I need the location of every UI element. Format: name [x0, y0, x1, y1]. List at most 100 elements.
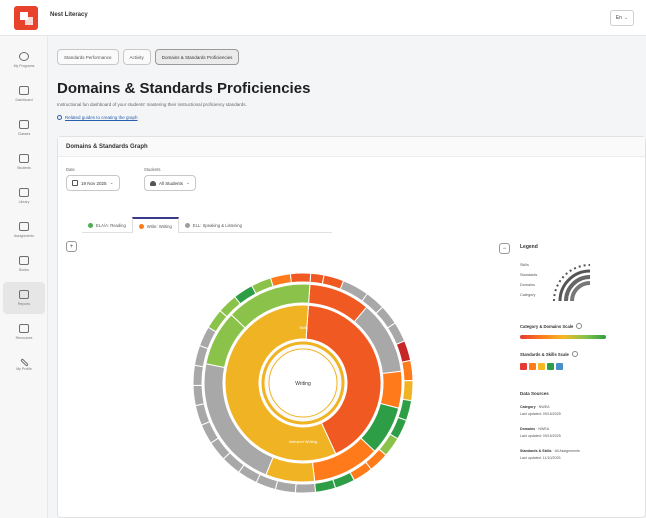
- status-dot-icon: [88, 222, 93, 228]
- subtab-label: ELL: Speaking & Listening: [192, 222, 242, 228]
- date-filter-label: Date: [66, 167, 75, 172]
- sidebar-item-assignments[interactable]: Assignments: [3, 214, 45, 246]
- skills-segment-8[interactable]: [402, 380, 414, 402]
- skills-segment-24[interactable]: [192, 384, 205, 407]
- tab-domains-standards[interactable]: Domains & Standards Proficiencies: [154, 49, 240, 65]
- reports-icon: [19, 290, 29, 299]
- tab-standards-performance[interactable]: Standards Performance: [57, 49, 119, 65]
- sidebar-item-label: Resources: [15, 336, 33, 340]
- app-logo[interactable]: [14, 6, 38, 30]
- info-icon: [57, 115, 62, 120]
- library-icon: [19, 188, 29, 197]
- skills-segment-7[interactable]: [401, 359, 414, 382]
- sidebar-item-label: Dashboard: [15, 98, 33, 102]
- sidebar: My Programs Dashboard Classes Students L…: [0, 36, 48, 518]
- tab-activity[interactable]: Activity: [122, 49, 151, 65]
- legend-ring-label: Standards: [520, 273, 538, 277]
- scale-swatch: [556, 363, 563, 370]
- language-value: En: [615, 15, 622, 21]
- standards-segment-2[interactable]: [379, 370, 403, 409]
- skills-segment-33[interactable]: [289, 272, 312, 284]
- chevron-down-icon: ⌄: [186, 180, 191, 186]
- expand-graph-button[interactable]: +: [66, 241, 77, 252]
- students-filter-label: Students: [144, 167, 161, 172]
- books-icon: [19, 256, 29, 265]
- sidebar-item-my-profile[interactable]: My Profile: [3, 350, 45, 382]
- category-scale-bar: [520, 335, 606, 339]
- data-source-name: Domains · NWEA: [520, 427, 550, 431]
- domain-label-interpret: Interpret Writing: [289, 439, 317, 444]
- sidebar-item-label: My Programs: [13, 64, 35, 68]
- category-scale-text: Category & Domains Scale: [520, 323, 574, 329]
- info-icon[interactable]: [571, 351, 578, 357]
- date-filter-value: 19 Nov 2025: [81, 180, 107, 186]
- subtab-speaking[interactable]: ELL: Speaking & Listening: [179, 217, 248, 233]
- subtab-label: Write: Writing: [146, 223, 172, 229]
- users-icon: [150, 180, 156, 186]
- ring-legend-icon: [553, 264, 591, 302]
- graph-card: Domains & Standards Graph Date 19 Nov 20…: [57, 136, 646, 518]
- sidebar-item-books[interactable]: Books: [3, 248, 45, 280]
- students-filter[interactable]: All Students ⌄: [144, 175, 197, 191]
- calendar-icon: [72, 180, 78, 186]
- card-title: Domains & Standards Graph: [66, 144, 148, 150]
- sidebar-item-dashboard[interactable]: Dashboard: [3, 78, 45, 110]
- sidebar-item-label: Books: [19, 268, 29, 272]
- sidebar-item-label: Assignments: [13, 234, 35, 238]
- dashboard-icon: [19, 86, 29, 95]
- skills-segment-0[interactable]: [309, 272, 325, 285]
- sidebar-item-my-programs[interactable]: My Programs: [3, 44, 45, 76]
- card-header: Domains & Standards Graph: [58, 137, 645, 157]
- data-source-name: Standards & Skills · All Assignments: [520, 449, 580, 453]
- skills-segment-25[interactable]: [192, 364, 204, 386]
- classes-icon: [19, 120, 29, 129]
- data-sources-heading: Data Sources: [520, 391, 549, 396]
- sidebar-item-label: Classes: [17, 132, 31, 136]
- sunburst-chart[interactable]: Writing Skill Interpret Writing: [192, 272, 414, 494]
- subtab-writing[interactable]: Write: Writing: [131, 217, 179, 233]
- refresh-icon: [19, 52, 29, 61]
- resources-icon: [19, 324, 29, 333]
- skills-scale-swatches: [520, 363, 563, 370]
- sidebar-item-resources[interactable]: Resources: [3, 316, 45, 348]
- report-tabs: Standards Performance Activity Domains &…: [57, 49, 240, 65]
- skills-segment-16[interactable]: [294, 482, 317, 494]
- skills-segment-15[interactable]: [314, 478, 337, 493]
- scale-swatch: [520, 363, 527, 370]
- date-filter[interactable]: 19 Nov 2025 ⌄: [66, 175, 120, 191]
- status-dot-icon: [138, 223, 144, 229]
- legend-toggle-button[interactable]: −: [499, 243, 510, 254]
- center-label: Writing: [295, 381, 311, 387]
- skills-segment-17[interactable]: [274, 480, 297, 494]
- students-icon: [19, 154, 29, 163]
- subtab-label: ELA/A: Reading: [96, 222, 126, 228]
- legend-ring-label: Category: [520, 293, 536, 297]
- chevron-down-icon: ⌄: [109, 180, 114, 186]
- guide-link-label: Related guides to creating the graph: [65, 115, 138, 120]
- data-source-updated: Last updated: 09/15/2025: [520, 412, 561, 416]
- chevron-down-icon: ⌄: [623, 15, 629, 21]
- app-title: Nest Literacy: [50, 12, 88, 18]
- sidebar-item-students[interactable]: Students: [3, 146, 45, 178]
- domain-label-skill: Skill: [299, 325, 306, 330]
- category-scale-label: Category & Domains Scale: [520, 323, 583, 329]
- data-source-updated: Last updated: 11/10/2025: [520, 456, 561, 460]
- subject-tabs: ELA/A: Reading Write: Writing ELL: Speak…: [82, 217, 332, 233]
- legend-panel: Legend Skills Standards Domains Category…: [520, 239, 640, 509]
- top-bar: Nest Literacy En ⌄: [0, 0, 646, 36]
- sidebar-item-classes[interactable]: Classes: [3, 112, 45, 144]
- scale-swatch: [538, 363, 545, 370]
- sidebar-item-library[interactable]: Library: [3, 180, 45, 212]
- page-description: Instructional fun dashboard of your stud…: [57, 102, 247, 107]
- subtab-reading[interactable]: ELA/A: Reading: [82, 217, 132, 233]
- data-source-updated: Last updated: 09/15/2025: [520, 434, 561, 438]
- info-icon[interactable]: [576, 323, 583, 329]
- status-dot-icon: [184, 222, 190, 228]
- sidebar-item-label: Library: [18, 200, 30, 204]
- guide-link[interactable]: Related guides to creating the graph: [57, 115, 138, 120]
- minus-icon: −: [502, 245, 507, 252]
- plus-icon: +: [69, 243, 74, 250]
- language-select[interactable]: En ⌄: [610, 10, 634, 26]
- main-content: Standards Performance Activity Domains &…: [48, 36, 646, 518]
- sidebar-item-reports[interactable]: Reports: [3, 282, 45, 314]
